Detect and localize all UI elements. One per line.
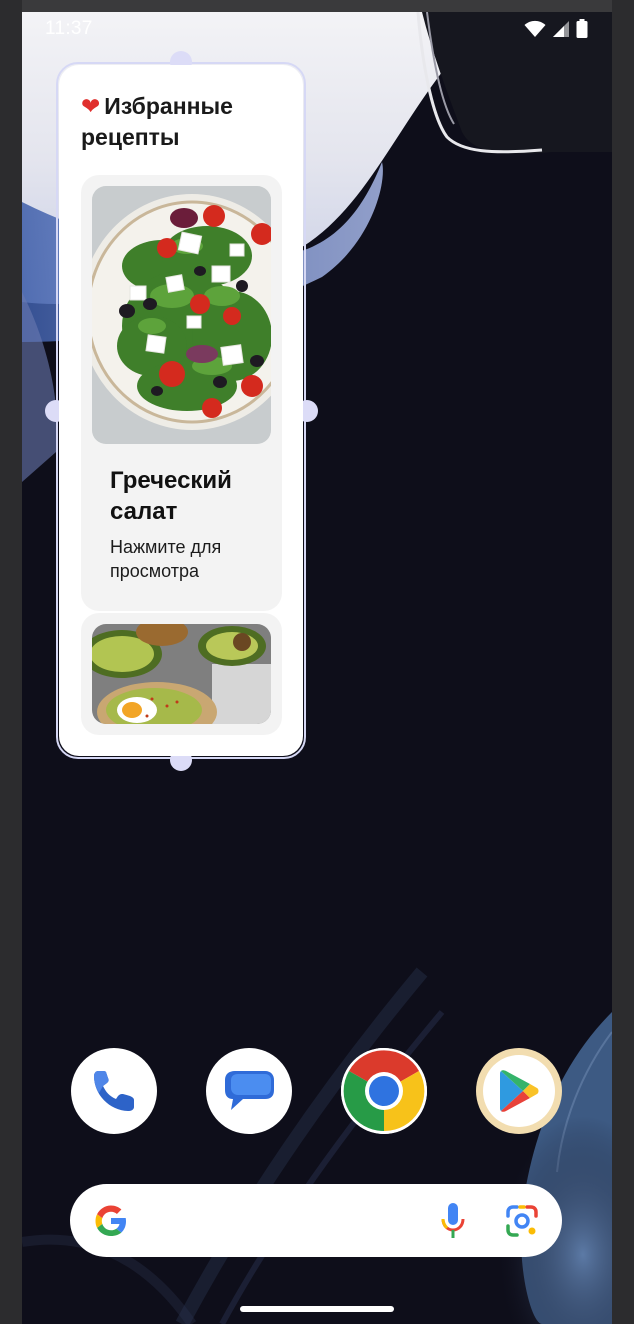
messages-icon bbox=[225, 1071, 274, 1110]
cell-signal-icon bbox=[553, 20, 569, 37]
status-time: 11:37 bbox=[45, 18, 93, 39]
play-store-app-icon[interactable] bbox=[476, 1048, 562, 1134]
device-frame-left bbox=[0, 0, 22, 1324]
phone-icon bbox=[94, 1071, 134, 1111]
recipe-card-subtitle: Нажмите для просмотра bbox=[110, 537, 222, 581]
play-store-inner bbox=[483, 1055, 555, 1127]
play-store-icon bbox=[500, 1070, 539, 1112]
phone-app-icon[interactable] bbox=[71, 1048, 157, 1134]
google-search-bar[interactable] bbox=[70, 1184, 562, 1257]
device-frame-right bbox=[612, 0, 634, 1324]
chrome-icon bbox=[341, 1048, 427, 1134]
heart-icon: ❤ bbox=[81, 93, 101, 119]
google-logo-icon bbox=[95, 1205, 126, 1236]
messages-app-icon[interactable] bbox=[206, 1048, 292, 1134]
greek-salad-photo bbox=[92, 186, 271, 444]
recipe-card[interactable]: Греческий салат Нажмите для просмотра bbox=[81, 175, 282, 611]
navigation-handle[interactable] bbox=[240, 1306, 394, 1312]
chrome-app-icon[interactable] bbox=[341, 1048, 427, 1134]
widget-title-text: Избранные рецепты bbox=[81, 93, 233, 150]
recipe-card-title: Греческий салат bbox=[110, 467, 232, 525]
favorite-recipes-widget[interactable]: ❤ Избранные рецепты Греческий салат Нажм… bbox=[59, 65, 303, 756]
microphone-icon[interactable] bbox=[439, 1201, 467, 1241]
widget-title: ❤ Избранные рецепты bbox=[81, 91, 281, 153]
device-frame-top bbox=[0, 0, 634, 12]
recipe-card[interactable] bbox=[81, 613, 282, 735]
google-lens-icon[interactable] bbox=[504, 1203, 540, 1239]
wifi-icon bbox=[524, 20, 546, 37]
battery-icon bbox=[576, 19, 588, 38]
status-icons bbox=[524, 19, 588, 38]
avocado-toast-photo bbox=[92, 624, 271, 724]
home-screen: 11:37 ❤ Избранные рецепты Греческий сала… bbox=[22, 12, 612, 1324]
